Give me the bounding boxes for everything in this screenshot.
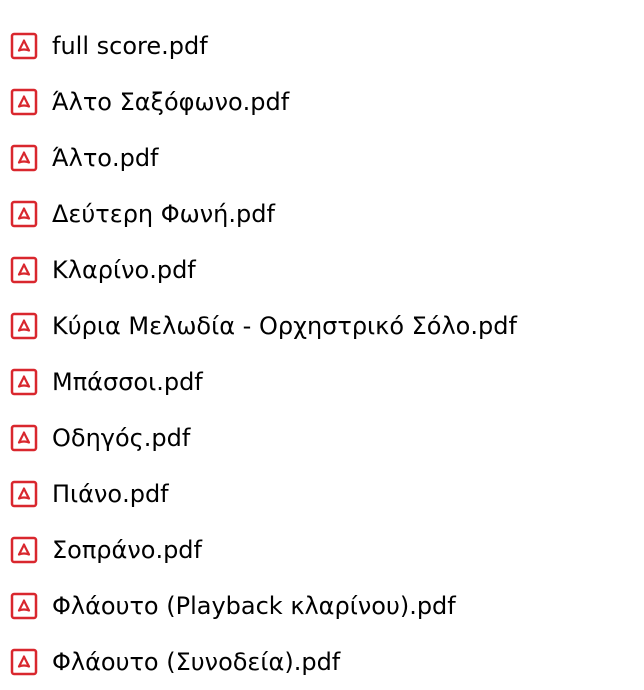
pdf-file-icon [10,256,38,284]
file-item[interactable]: Σοπράνο.pdf [10,522,640,578]
pdf-file-icon [10,312,38,340]
file-item[interactable]: Άλτο Σαξόφωνο.pdf [10,74,640,130]
file-list: full score.pdf Άλτο Σαξόφωνο.pdf Άλτο.pd… [10,18,640,690]
file-name: Πιάνο.pdf [52,480,169,508]
pdf-file-icon [10,536,38,564]
pdf-file-icon [10,88,38,116]
file-item[interactable]: full score.pdf [10,18,640,74]
file-item[interactable]: Οδηγός.pdf [10,410,640,466]
file-item[interactable]: Φλάουτο (Συνοδεία).pdf [10,634,640,690]
file-name: Άλτο.pdf [52,144,159,172]
pdf-file-icon [10,144,38,172]
file-item[interactable]: Πιάνο.pdf [10,466,640,522]
pdf-file-icon [10,480,38,508]
file-name: Μπάσσοι.pdf [52,368,203,396]
file-name: Δεύτερη Φωνή.pdf [52,200,275,228]
pdf-file-icon [10,200,38,228]
file-name: Οδηγός.pdf [52,424,191,452]
file-item[interactable]: Κλαρίνο.pdf [10,242,640,298]
file-name: Φλάουτο (Playback κλαρίνου).pdf [52,592,456,620]
pdf-file-icon [10,368,38,396]
file-item[interactable]: Άλτο.pdf [10,130,640,186]
pdf-file-icon [10,424,38,452]
pdf-file-icon [10,592,38,620]
file-name: Κύρια Μελωδία - Ορχηστρικό Σόλο.pdf [52,312,517,340]
file-name: Φλάουτο (Συνοδεία).pdf [52,648,341,676]
file-name: Σοπράνο.pdf [52,536,202,564]
file-item[interactable]: Κύρια Μελωδία - Ορχηστρικό Σόλο.pdf [10,298,640,354]
file-name: Άλτο Σαξόφωνο.pdf [52,88,290,116]
pdf-file-icon [10,648,38,676]
file-item[interactable]: Φλάουτο (Playback κλαρίνου).pdf [10,578,640,634]
file-name: full score.pdf [52,32,208,60]
pdf-file-icon [10,32,38,60]
file-item[interactable]: Δεύτερη Φωνή.pdf [10,186,640,242]
file-item[interactable]: Μπάσσοι.pdf [10,354,640,410]
file-name: Κλαρίνο.pdf [52,256,196,284]
